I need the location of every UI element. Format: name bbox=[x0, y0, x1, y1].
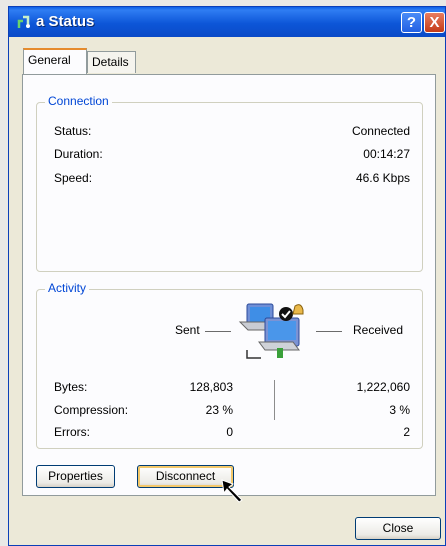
tab-details[interactable]: Details bbox=[87, 51, 136, 73]
received-label: Received bbox=[353, 323, 404, 337]
duration-value: 00:14:27 bbox=[363, 147, 410, 161]
received-line bbox=[316, 331, 342, 332]
window-title: a Status bbox=[36, 13, 95, 30]
sent-line bbox=[205, 331, 231, 332]
activity-divider bbox=[274, 380, 275, 420]
title-bar[interactable]: a Status ? X bbox=[9, 7, 445, 37]
compression-sent-value: 23 % bbox=[205, 403, 233, 417]
tab-general[interactable]: General bbox=[23, 48, 87, 74]
errors-sent-value: 0 bbox=[226, 425, 233, 439]
compression-received-value: 3 % bbox=[389, 403, 410, 417]
help-button[interactable]: ? bbox=[401, 12, 422, 33]
connection-legend: Connection bbox=[45, 94, 112, 108]
activity-legend: Activity bbox=[45, 281, 90, 295]
bytes-sent-value: 128,803 bbox=[189, 380, 233, 394]
general-tab-panel: Connection Status: Connected Duration: 0… bbox=[22, 74, 436, 503]
duration-label: Duration: bbox=[54, 147, 103, 161]
status-value: Connected bbox=[351, 124, 410, 138]
bytes-received-value: 1,222,060 bbox=[356, 380, 410, 394]
errors-received-value: 2 bbox=[403, 425, 410, 439]
close-window-button[interactable]: X bbox=[424, 12, 445, 33]
mouse-cursor-icon bbox=[221, 479, 243, 503]
network-connection-icon bbox=[17, 15, 30, 28]
compression-label: Compression: bbox=[54, 403, 129, 417]
status-dialog: a Status ? X General Details Connection … bbox=[8, 6, 446, 546]
network-computers-icon bbox=[238, 303, 304, 359]
connection-group: Connection Status: Connected Duration: 0… bbox=[36, 94, 423, 272]
speed-value: 46.6 Kbps bbox=[355, 171, 410, 185]
sent-label: Sent bbox=[175, 323, 200, 337]
speed-label: Speed: bbox=[54, 171, 93, 185]
errors-label: Errors: bbox=[54, 425, 90, 439]
close-button[interactable]: Close bbox=[355, 517, 441, 540]
activity-group: Activity Sent Received Bytes: 128,803 1,… bbox=[36, 281, 423, 449]
properties-button[interactable]: Properties bbox=[36, 465, 115, 488]
bytes-label: Bytes: bbox=[54, 380, 88, 394]
status-label: Status: bbox=[54, 124, 92, 138]
